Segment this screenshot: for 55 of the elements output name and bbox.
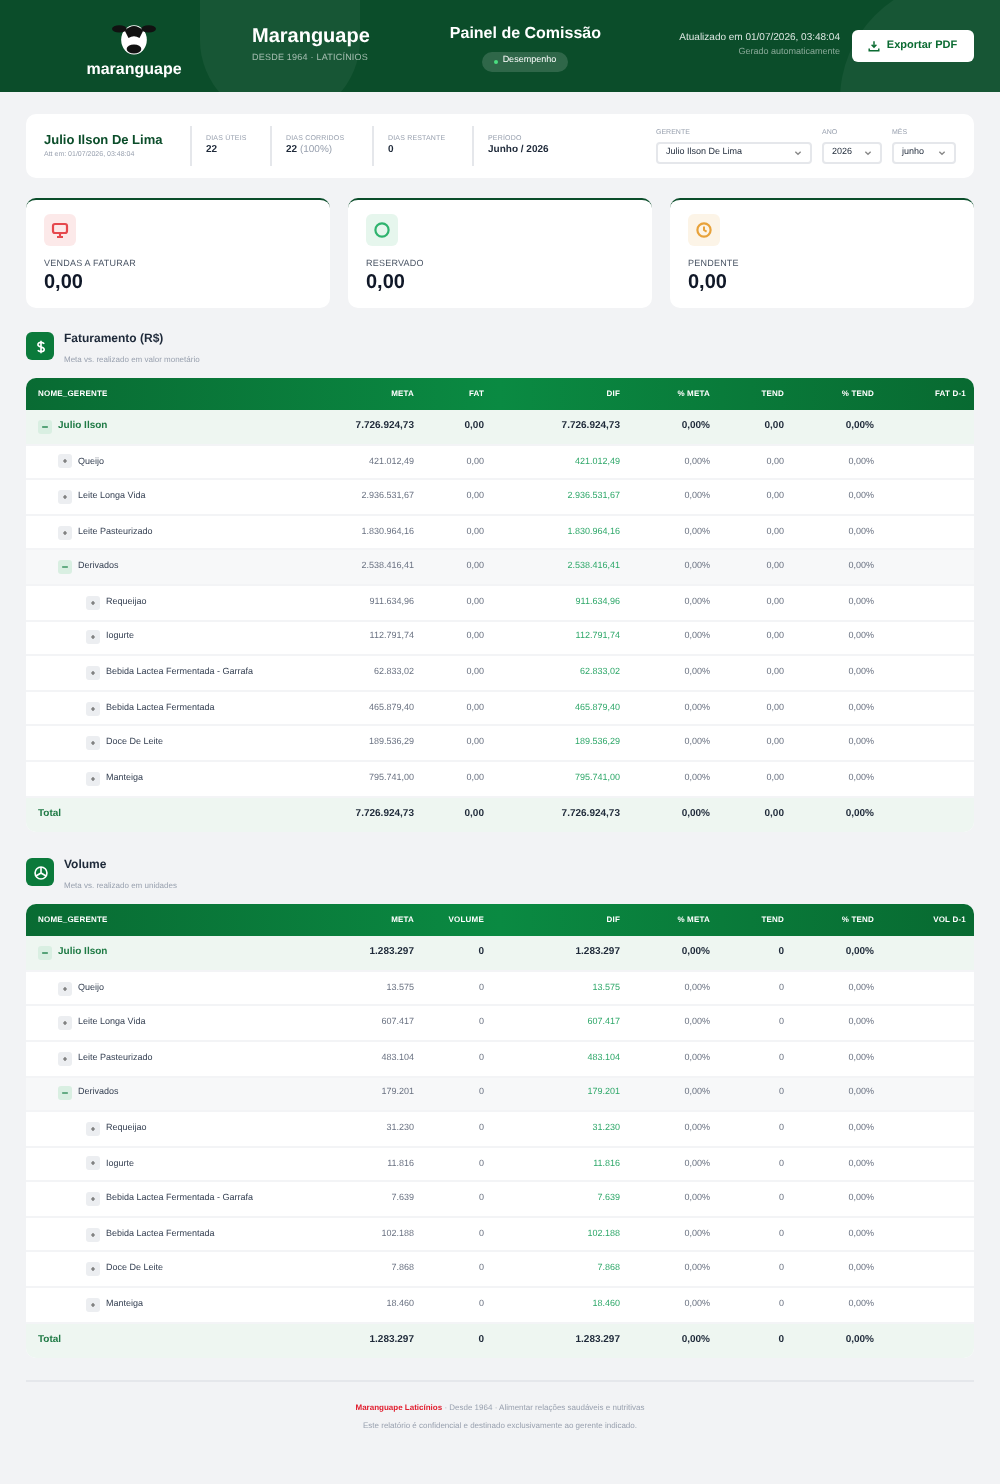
plus-icon	[60, 1053, 70, 1064]
chevron-down-icon	[938, 149, 946, 156]
plus-icon	[88, 773, 98, 784]
expand-toggle[interactable]	[86, 1192, 100, 1207]
expand-toggle[interactable]	[58, 489, 72, 504]
expand-toggle[interactable]	[86, 595, 100, 610]
plus-icon	[60, 527, 70, 538]
expand-toggle[interactable]	[86, 1121, 100, 1136]
minus-icon	[40, 421, 50, 432]
expand-toggle[interactable]	[86, 701, 100, 716]
plus-icon	[88, 1264, 98, 1275]
expand-toggle[interactable]	[58, 981, 72, 996]
expand-toggle[interactable]	[86, 665, 100, 680]
plus-icon	[60, 456, 70, 467]
expand-toggle[interactable]	[86, 771, 100, 786]
minus-icon	[60, 1088, 70, 1099]
plus-icon	[88, 1194, 98, 1205]
plus-icon	[88, 1229, 98, 1240]
kpi-value: 0,00	[688, 271, 729, 297]
expand-toggle[interactable]	[58, 1016, 72, 1031]
plus-icon	[88, 667, 98, 678]
logo-wordmark: maranguape	[86, 61, 182, 77]
collapse-toggle[interactable]	[58, 1086, 72, 1101]
expand-toggle[interactable]	[86, 1227, 100, 1242]
plus-icon	[88, 632, 98, 643]
panel-title: Painel de Comissão	[449, 21, 601, 45]
kpi-value: 0,00	[44, 271, 85, 297]
chevron-down-icon	[794, 149, 802, 156]
expand-toggle[interactable]	[58, 1051, 72, 1066]
plus-icon	[60, 983, 70, 994]
plus-icon	[88, 738, 98, 749]
expand-toggle[interactable]	[58, 525, 72, 540]
dollar-icon	[31, 337, 49, 355]
expand-toggle[interactable]	[86, 736, 100, 751]
plus-icon	[88, 1158, 98, 1169]
plus-icon	[88, 703, 98, 714]
plus-icon	[60, 1018, 70, 1029]
brand-title: Maranguape	[252, 26, 370, 52]
expand-toggle[interactable]	[86, 630, 100, 645]
expand-toggle[interactable]	[86, 1297, 100, 1312]
plus-icon	[88, 1123, 98, 1134]
plus-icon	[60, 491, 70, 502]
minus-icon	[60, 562, 70, 573]
expand-toggle[interactable]	[86, 1156, 100, 1171]
collapse-toggle[interactable]	[38, 419, 52, 434]
minus-icon	[40, 947, 50, 958]
download-icon	[868, 40, 881, 52]
collapse-toggle[interactable]	[58, 560, 72, 575]
collapse-toggle[interactable]	[38, 945, 52, 960]
plus-icon	[88, 1299, 98, 1310]
plus-icon	[88, 597, 98, 608]
expand-toggle[interactable]	[86, 1262, 100, 1277]
kpi-value: 0,00	[366, 271, 407, 297]
expand-toggle[interactable]	[58, 454, 72, 469]
chevron-down-icon	[864, 149, 872, 156]
